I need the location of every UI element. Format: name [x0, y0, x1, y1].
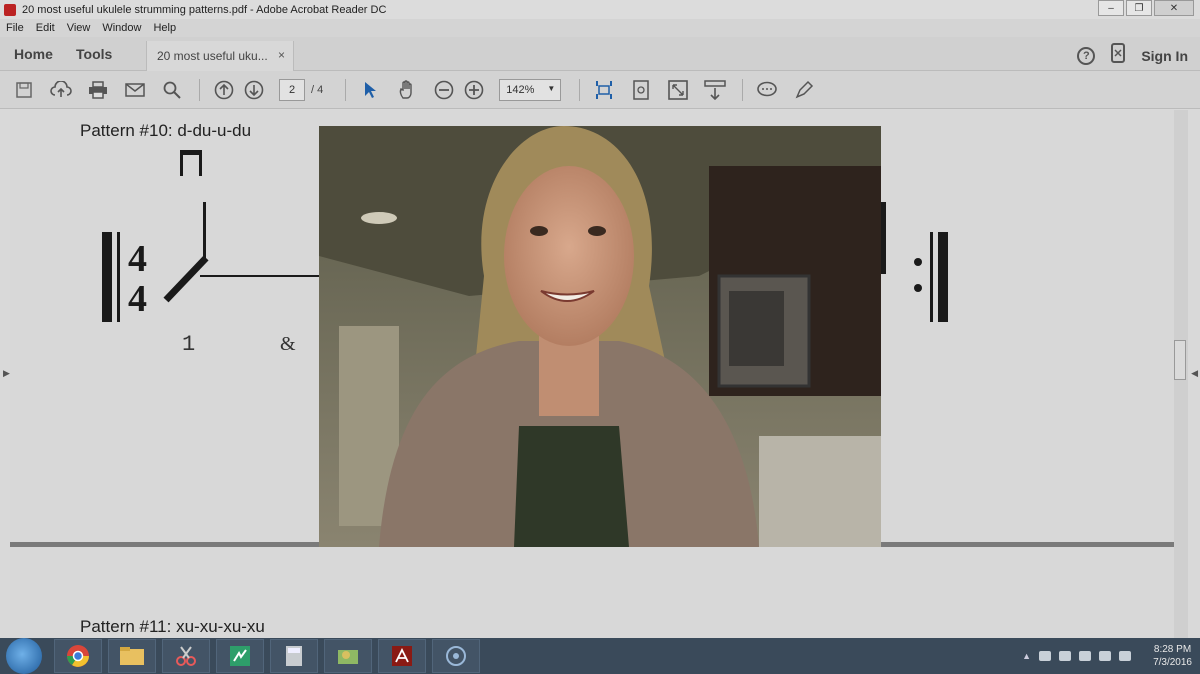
- tab-document[interactable]: 20 most useful uku... ×: [146, 41, 294, 71]
- file-explorer-icon[interactable]: [108, 639, 156, 673]
- repeat-bar-thick-right: [938, 232, 948, 322]
- fit-page-icon[interactable]: [592, 78, 616, 102]
- pattern-11-title: Pattern #11: xu-xu-xu-xu: [80, 617, 265, 636]
- clock[interactable]: 8:28 PM 7/3/2016: [1153, 643, 1192, 669]
- repeat-dot-top: [914, 258, 922, 266]
- acrobat-icon[interactable]: [378, 639, 426, 673]
- window-controls: – ❐ ✕: [1098, 0, 1194, 16]
- tab-tools[interactable]: Tools: [76, 46, 112, 62]
- search-icon[interactable]: [160, 78, 184, 102]
- zoom-out-icon[interactable]: [432, 78, 456, 102]
- slash-notehead: [163, 255, 209, 303]
- down-bow-mark-right: [199, 150, 202, 176]
- minimize-button[interactable]: –: [1098, 0, 1124, 16]
- network-icon[interactable]: [1099, 651, 1112, 661]
- volume-icon[interactable]: [1119, 651, 1132, 661]
- left-panel-toggle-icon[interactable]: ▶: [3, 368, 10, 379]
- document-tab-label: 20 most useful uku...: [157, 49, 268, 63]
- menu-bar: File Edit View Window Help: [0, 19, 1200, 37]
- page-number-input[interactable]: 2: [279, 78, 305, 101]
- comment-icon[interactable]: [755, 78, 779, 102]
- fullscreen-icon[interactable]: [666, 78, 690, 102]
- menu-help[interactable]: Help: [153, 22, 176, 34]
- title-bar: 20 most useful ukulele strumming pattern…: [0, 0, 1200, 19]
- window-title: 20 most useful ukulele strumming pattern…: [22, 3, 387, 16]
- start-button[interactable]: [6, 638, 42, 674]
- time-signature-bottom: 4: [128, 278, 147, 320]
- close-tab-icon[interactable]: ×: [278, 48, 285, 62]
- clock-time: 8:28 PM: [1153, 644, 1192, 655]
- chevron-down-icon: ▼: [547, 83, 556, 93]
- strum-notation-left: 4 4 1 &: [102, 150, 330, 357]
- read-mode-icon[interactable]: [703, 78, 727, 102]
- windows-taskbar: ▲ 8:28 PM 7/3/2016: [0, 638, 1200, 674]
- print-icon[interactable]: [86, 78, 110, 102]
- scrollbar-thumb[interactable]: [1174, 340, 1186, 380]
- toolbar-separator: [345, 78, 347, 101]
- page-total: / 4: [311, 83, 324, 96]
- chrome-icon[interactable]: [54, 639, 102, 673]
- cloud-upload-icon[interactable]: [49, 78, 73, 102]
- save-icon[interactable]: [12, 78, 36, 102]
- restore-button[interactable]: ❐: [1126, 0, 1152, 16]
- repeat-bar-thin: [117, 232, 120, 322]
- toolbar-separator: [199, 78, 200, 101]
- sign-in-link[interactable]: Sign In: [1141, 48, 1188, 64]
- zoom-in-icon[interactable]: [462, 78, 486, 102]
- repeat-bar-thick: [102, 232, 112, 322]
- toolbar-separator: [579, 78, 581, 101]
- note-stem: [203, 202, 206, 262]
- down-bow-mark: [180, 150, 202, 155]
- right-panel-toggle-icon[interactable]: ◀: [1191, 368, 1198, 379]
- mobile-link-icon[interactable]: [1111, 43, 1126, 68]
- select-arrow-icon[interactable]: [358, 78, 382, 102]
- menu-view[interactable]: View: [67, 22, 91, 34]
- clock-date: 7/3/2016: [1153, 657, 1192, 668]
- webcam-video-overlay: [319, 126, 881, 547]
- email-icon[interactable]: [123, 78, 147, 102]
- beat-label-and: &: [280, 333, 296, 355]
- repeat-dot-bottom: [914, 284, 922, 292]
- repeat-bar-thin-right: [930, 232, 933, 322]
- page-down-icon[interactable]: [242, 78, 266, 102]
- page-up-icon[interactable]: [212, 78, 236, 102]
- zoom-select[interactable]: 142% ▼: [499, 78, 562, 101]
- toolbar-separator: [742, 78, 744, 101]
- snipping-tool-icon[interactable]: [162, 639, 210, 673]
- help-icon[interactable]: ?: [1077, 46, 1096, 65]
- zoom-value: 142%: [506, 83, 535, 96]
- pattern-10-title: Pattern #10: d-du-u-du: [80, 121, 252, 140]
- rotate-icon[interactable]: [629, 78, 653, 102]
- media-icon[interactable]: [432, 639, 480, 673]
- strum-notation-right: [878, 202, 948, 322]
- down-bow-mark-left: [180, 150, 183, 176]
- menu-edit[interactable]: Edit: [36, 22, 55, 34]
- tab-bar-right: ? Sign In: [1077, 43, 1188, 68]
- staff-line: [200, 275, 330, 277]
- app-green-icon[interactable]: [216, 639, 264, 673]
- menu-window[interactable]: Window: [102, 22, 141, 34]
- acrobat-app-icon: [4, 3, 16, 16]
- highlight-icon[interactable]: [792, 78, 816, 102]
- hand-icon[interactable]: [395, 78, 419, 102]
- calculator-icon[interactable]: [270, 639, 318, 673]
- app-folder-icon[interactable]: [324, 639, 372, 673]
- tab-home[interactable]: Home: [14, 46, 53, 62]
- system-tray: ▲ 8:28 PM 7/3/2016: [1022, 638, 1192, 674]
- tab-bar: Home Tools 20 most useful uku... × ? Sig…: [0, 37, 1200, 71]
- tray-expand-icon[interactable]: ▲: [1022, 651, 1031, 661]
- menu-file[interactable]: File: [6, 22, 24, 34]
- beat-label-1: 1: [182, 332, 195, 357]
- close-button[interactable]: ✕: [1154, 0, 1194, 16]
- flag-icon[interactable]: [1059, 651, 1072, 661]
- toolbar: 2 / 4 142% ▼: [0, 71, 1200, 109]
- tray-app-icon[interactable]: [1039, 651, 1052, 661]
- time-signature-top: 4: [128, 238, 147, 280]
- power-icon[interactable]: [1079, 651, 1092, 661]
